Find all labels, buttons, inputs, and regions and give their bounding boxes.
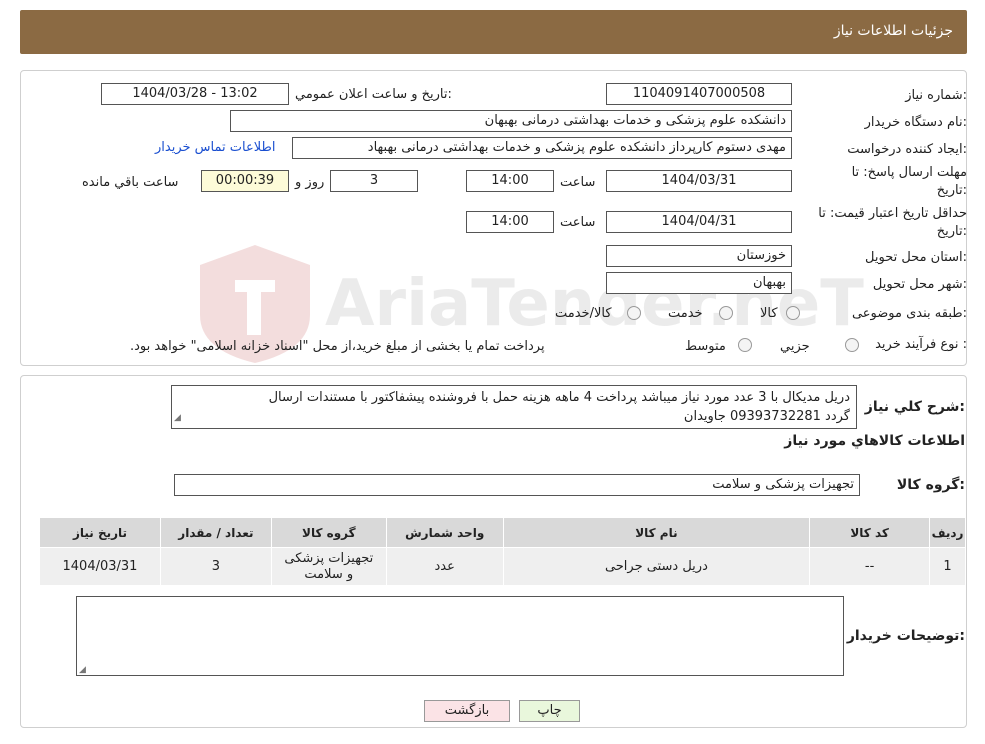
category-goods-label: کالا — [760, 306, 778, 321]
col-group: گروه کالا — [270, 517, 387, 548]
announce-label: تاریخ و ساعت اعلان عمومي: — [295, 87, 452, 102]
announce-field: 1404/03/28 - 13:02 — [101, 83, 289, 105]
page-header: جزئیات اطلاعات نیاز — [20, 10, 967, 54]
validity-time-label: ساعت — [560, 215, 596, 230]
deadline-time-label: ساعت — [560, 175, 596, 190]
description-textarea[interactable]: دریل مدیکال با 3 عدد مورد نیاز میباشد پر… — [171, 385, 857, 429]
need-number-label: شماره نیاز: — [905, 88, 967, 103]
days-label: روز و — [295, 175, 325, 190]
col-unit: واحد شمارش — [385, 517, 504, 548]
buyer-org-field: دانشکده علوم پزشکی و خدمات بهداشتی درمان… — [230, 110, 792, 132]
cell-unit: عدد — [385, 547, 504, 586]
description-line-2: گردد 09393732281 جاویدان — [683, 409, 850, 424]
validity-date-field: 1404/04/31 — [606, 211, 792, 233]
table-header-row: رديف کد کالا نام کالا واحد شمارش گروه کا… — [39, 517, 966, 548]
description-label: شرح کلي نياز: — [864, 399, 965, 415]
remaining-time-field: 00:00:39 — [201, 170, 289, 192]
cell-name: دریل دستی جراحی — [502, 547, 811, 586]
resize-handle-icon[interactable]: ◢ — [174, 409, 181, 428]
cell-row: 1 — [929, 547, 966, 586]
table-row: 1 -- دریل دستی جراحی عدد تجهیزات پزشکی و… — [39, 547, 966, 586]
print-button[interactable]: چاپ — [519, 700, 580, 722]
validity-label: حداقل تاريخ اعتبار قيمت: تا — [818, 206, 967, 221]
description-line-1: دریل مدیکال با 3 عدد مورد نیاز میباشد پر… — [268, 390, 850, 405]
creator-field: مهدی دستوم کارپرداز دانشکده علوم پزشکی و… — [292, 137, 792, 159]
items-table-wrap: رديف کد کالا نام کالا واحد شمارش گروه کا… — [39, 517, 966, 586]
process-type-label: نوع فرآيند خريد : — [875, 337, 967, 352]
group-label: گروه کالا: — [896, 477, 965, 493]
cell-code: -- — [809, 547, 931, 586]
col-code: کد کالا — [809, 517, 931, 548]
creator-label: ايجاد کننده درخواست: — [847, 142, 967, 157]
back-button[interactable]: بازگشت — [424, 700, 510, 722]
buyer-contact-link[interactable]: اطلاعات تماس خريدار — [155, 140, 275, 155]
validity-time-field: 14:00 — [466, 211, 554, 233]
city-label: شهر محل تحويل: — [872, 277, 967, 292]
deadline-label: مهلت ارسال پاسخ: تا — [851, 165, 967, 180]
deadline-date-field: 1404/03/31 — [606, 170, 792, 192]
col-row: رديف — [929, 517, 966, 548]
process-minor-radio[interactable] — [845, 338, 859, 352]
city-field: بهبهان — [606, 272, 792, 294]
category-goods-service-radio[interactable] — [627, 306, 641, 320]
category-label: طبقه بندی موضوعی: — [851, 306, 967, 321]
category-goods-service-label: کالا/خدمت — [555, 306, 612, 321]
need-number-field: 1104091407000508 — [606, 83, 792, 105]
process-medium-radio[interactable] — [738, 338, 752, 352]
days-field: 3 — [330, 170, 418, 192]
group-field: تجهیزات پزشکی و سلامت — [174, 474, 860, 496]
cell-group: تجهیزات پزشکی و سلامت — [270, 547, 387, 586]
process-minor-label: جزيي — [780, 339, 810, 354]
col-qty: تعداد / مقدار — [159, 517, 272, 548]
col-name: نام کالا — [502, 517, 811, 548]
province-label: استان محل تحويل: — [865, 250, 967, 265]
buyer-notes-textarea[interactable]: ◢ — [76, 596, 844, 676]
validity-label-2: تاريخ: — [936, 224, 967, 239]
category-service-radio[interactable] — [719, 306, 733, 320]
buyer-notes-label: توضيحات خريدار: — [846, 628, 965, 644]
category-goods-radio[interactable] — [786, 306, 800, 320]
items-section-title: اطلاعات کالاهاي مورد نياز — [784, 433, 965, 449]
deadline-time-field: 14:00 — [466, 170, 554, 192]
cell-date: 1404/03/31 — [39, 547, 161, 586]
province-field: خوزستان — [606, 245, 792, 267]
remaining-label: ساعت باقي مانده — [82, 175, 179, 190]
page-title: جزئیات اطلاعات نیاز — [833, 23, 953, 39]
resize-handle-icon[interactable]: ◢ — [79, 665, 86, 675]
buyer-org-label: نام دستگاه خريدار: — [864, 115, 967, 130]
process-note: پرداخت تمام يا بخشی از مبلغ خريد،از محل … — [130, 339, 545, 354]
category-service-label: خدمت — [668, 306, 703, 321]
cell-qty: 3 — [159, 547, 272, 586]
items-table: رديف کد کالا نام کالا واحد شمارش گروه کا… — [39, 517, 966, 586]
deadline-label-2: تاريخ: — [936, 183, 967, 198]
process-medium-label: متوسط — [685, 339, 726, 354]
col-date: تاريخ نياز — [39, 517, 161, 548]
